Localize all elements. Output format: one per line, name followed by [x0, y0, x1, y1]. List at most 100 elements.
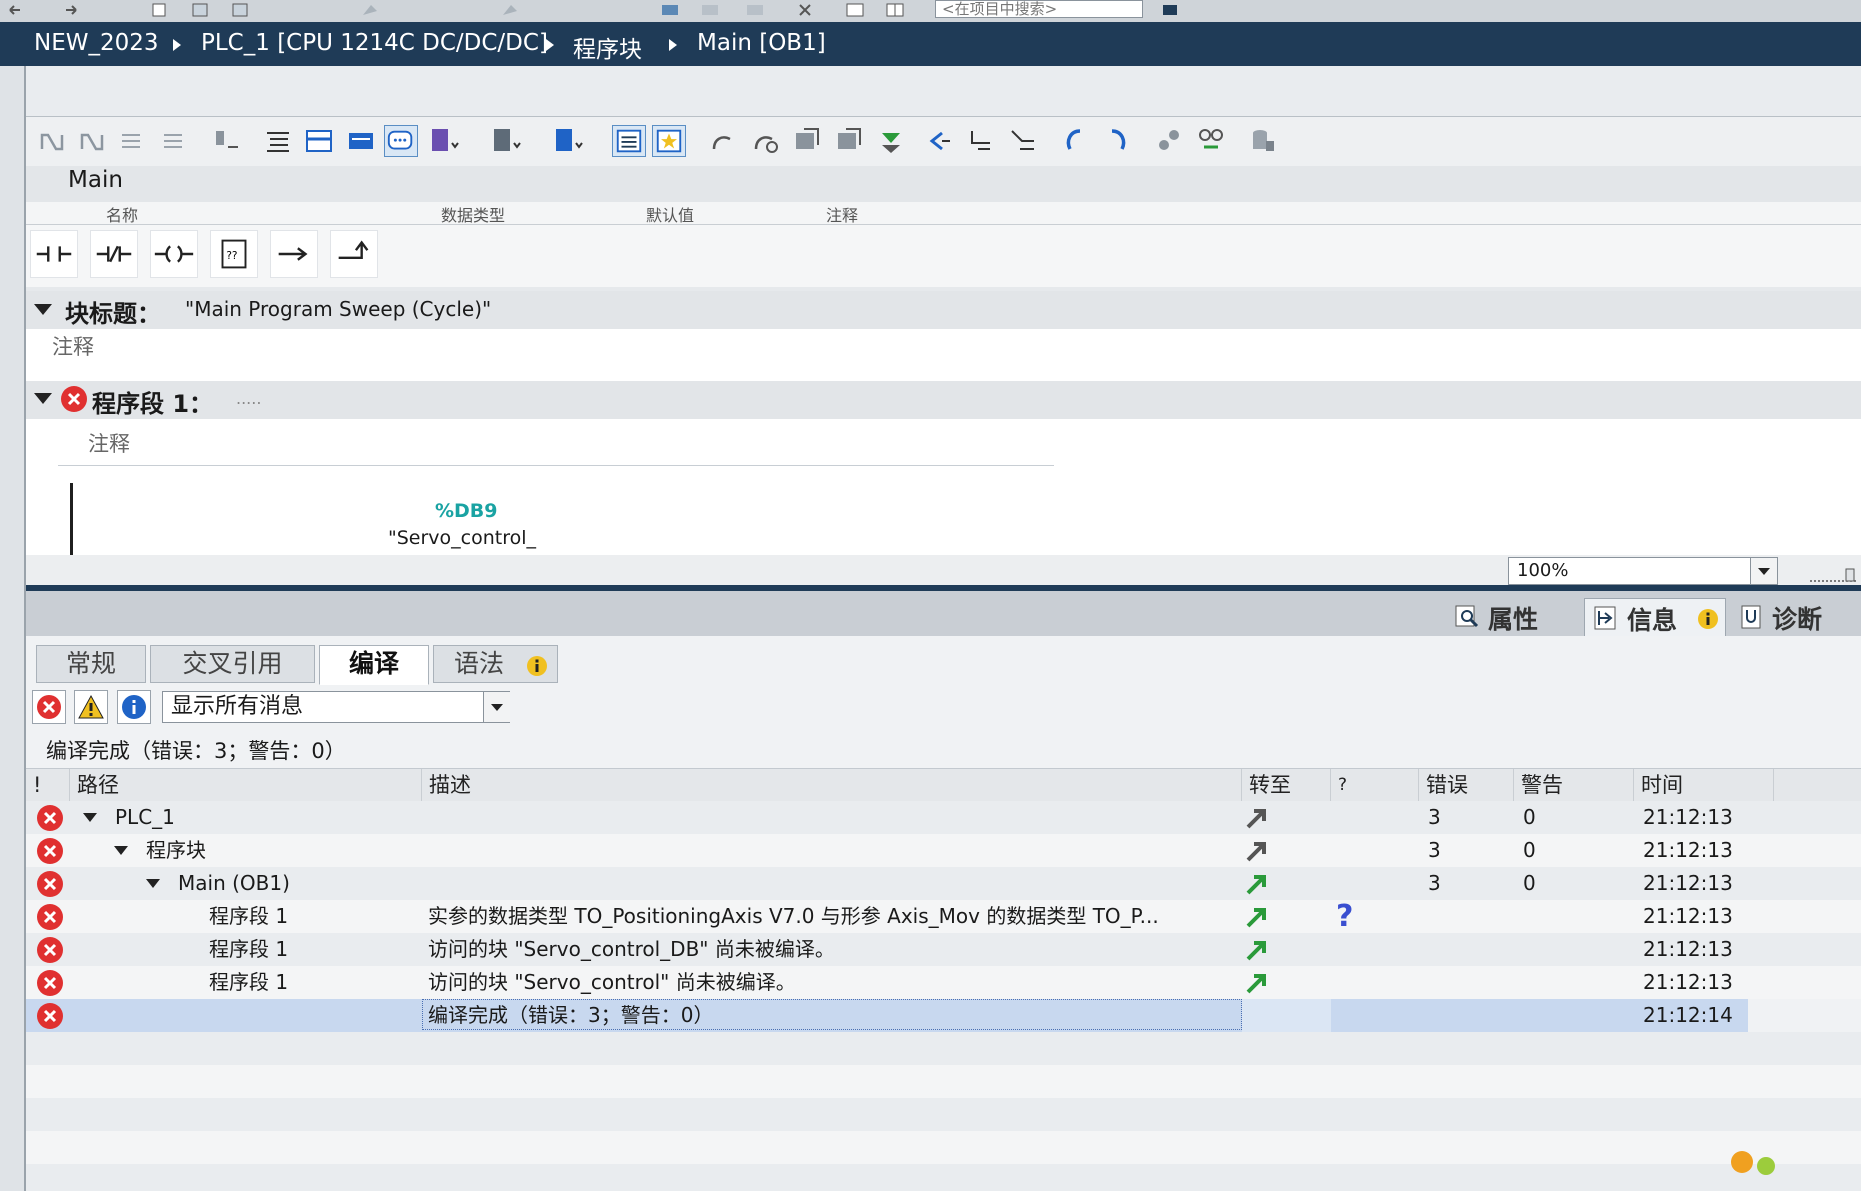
go-to-icon[interactable]	[210, 125, 244, 157]
table-row[interactable]: 程序段 1 实参的数据类型 TO_PositioningAxis V7.0 与形…	[26, 900, 1861, 933]
database-icon[interactable]	[1246, 125, 1280, 157]
table-row[interactable]: 程序块 3 0 21:12:13	[26, 834, 1861, 867]
zoom-select[interactable]: 100%	[1508, 557, 1778, 585]
cross-reference-icon[interactable]	[1152, 125, 1186, 157]
help-question-icon[interactable]: ?	[1336, 900, 1353, 933]
project-search-input[interactable]: <在项目中搜索>	[935, 0, 1143, 18]
tab-properties[interactable]: 属性	[1446, 598, 1576, 636]
accessible-devices-icon[interactable]	[660, 2, 680, 18]
split-horizontal-icon[interactable]	[845, 2, 865, 18]
filter-warnings-button[interactable]	[74, 690, 108, 724]
copy-icon[interactable]	[150, 2, 170, 18]
absolute-operands-icon[interactable]	[262, 125, 296, 157]
show-comments-icon[interactable]	[384, 125, 418, 157]
coil-icon[interactable]	[150, 230, 198, 278]
table-row[interactable]: 程序段 1 访问的块 "Servo_control_DB" 尚未被编译。 21:…	[26, 933, 1861, 966]
tree-expand-arrow[interactable]	[83, 813, 97, 822]
network-comment-text[interactable]: 注释	[88, 428, 130, 458]
zoom-dropdown-button[interactable]	[1750, 558, 1777, 584]
network-1-header[interactable]	[26, 381, 1861, 419]
filter-errors-button[interactable]	[32, 690, 66, 724]
indent-icon[interactable]	[964, 125, 998, 157]
tab-diagnostics[interactable]: 诊断	[1732, 598, 1861, 636]
network-title[interactable]: .....	[236, 389, 261, 408]
favorites-star-icon[interactable]	[652, 125, 686, 157]
load-snapshot-icon[interactable]	[832, 125, 866, 157]
previous-error-icon[interactable]	[1058, 125, 1092, 157]
go-offline-icon[interactable]	[500, 2, 520, 18]
collapse-block-title-arrow[interactable]	[34, 304, 52, 315]
next-error-icon[interactable]	[1100, 125, 1134, 157]
col-warnings[interactable]: 警告	[1514, 769, 1634, 801]
table-row[interactable]: Main (OB1) 3 0 21:12:13	[26, 867, 1861, 900]
close-x-icon[interactable]	[795, 2, 815, 18]
open-branch-icon[interactable]	[270, 230, 318, 278]
filter-info-button[interactable]	[117, 690, 151, 724]
message-filter-dropdown[interactable]	[483, 692, 510, 722]
compare-icon[interactable]	[1194, 125, 1228, 157]
monitoring-off-icon[interactable]	[748, 125, 782, 157]
drag-and-drop-icon[interactable]	[552, 125, 586, 157]
db-instance-name[interactable]: "Servo_control_	[388, 527, 536, 549]
go-online-icon[interactable]	[360, 2, 380, 18]
col-time[interactable]: 时间	[1634, 769, 1774, 801]
delete-network-icon[interactable]	[76, 125, 110, 157]
close-branch-icon[interactable]	[330, 230, 378, 278]
interface-column-default[interactable]: 默认值	[646, 202, 694, 224]
collapse-network-arrow[interactable]	[34, 393, 52, 404]
left-collapsed-panel[interactable]	[0, 66, 26, 1191]
search-go-icon[interactable]	[1160, 2, 1180, 18]
message-filter-select[interactable]: 显示所有消息	[162, 691, 510, 723]
col-errors[interactable]: 错误	[1419, 769, 1514, 801]
col-help[interactable]: ?	[1331, 769, 1419, 801]
add-row-icon[interactable]	[158, 125, 192, 157]
tree-expand-arrow[interactable]	[114, 846, 128, 855]
tab-compile[interactable]: 编译	[319, 645, 429, 685]
upload-icon[interactable]	[230, 2, 250, 18]
block-comment-area[interactable]	[26, 329, 1861, 381]
insert-row-icon[interactable]	[116, 125, 150, 157]
col-path[interactable]: 路径	[70, 769, 422, 801]
zoom-slider[interactable]	[1808, 565, 1858, 585]
table-row[interactable]: 程序段 1 访问的块 "Servo_control" 尚未被编译。 21:12:…	[26, 966, 1861, 999]
download-icon[interactable]	[190, 2, 210, 18]
goto-arrow-icon[interactable]	[1244, 970, 1270, 996]
split-vertical-icon[interactable]	[885, 2, 905, 18]
goto-arrow-icon[interactable]	[1244, 838, 1270, 864]
close-all-networks-icon[interactable]	[490, 125, 524, 157]
outdent-icon[interactable]	[1006, 125, 1040, 157]
snapshot-icon[interactable]	[790, 125, 824, 157]
goto-arrow-icon[interactable]	[1244, 871, 1270, 897]
breadcrumb-main-block[interactable]: Main [OB1]	[697, 30, 826, 56]
tree-expand-arrow[interactable]	[146, 879, 160, 888]
list-view-icon[interactable]	[612, 125, 646, 157]
goto-arrow-icon[interactable]	[1244, 937, 1270, 963]
download-changes-icon[interactable]	[874, 125, 908, 157]
table-row-selected[interactable]: 编译完成（错误：3；警告：0） 21:12:14	[26, 999, 1748, 1032]
empty-box-icon[interactable]: ??	[210, 230, 258, 278]
call-hierarchy-icon[interactable]	[922, 125, 956, 157]
db-address[interactable]: %DB9	[435, 500, 498, 522]
nc-contact-icon[interactable]	[90, 230, 138, 278]
breadcrumb-plc[interactable]: PLC_1 [CPU 1214C DC/DC/DC]	[201, 30, 548, 56]
show-favorites-icon[interactable]	[344, 125, 378, 157]
tab-syntax[interactable]: 语法	[433, 645, 558, 683]
block-title-value[interactable]: "Main Program Sweep (Cycle)"	[185, 297, 491, 321]
block-comment-text[interactable]: 注释	[52, 331, 94, 361]
start-cpu-icon[interactable]	[700, 2, 720, 18]
col-flag[interactable]: !	[26, 769, 70, 801]
redo-icon[interactable]	[60, 2, 80, 18]
interface-column-comment[interactable]: 注释	[826, 202, 858, 224]
tab-cross-references[interactable]: 交叉引用	[150, 645, 315, 683]
table-row[interactable]: PLC_1 3 0 21:12:13	[26, 801, 1861, 834]
tab-info[interactable]: 信息	[1584, 598, 1726, 636]
col-description[interactable]: 描述	[422, 769, 1242, 801]
open-all-networks-icon[interactable]	[428, 125, 462, 157]
goto-arrow-icon[interactable]	[1244, 904, 1270, 930]
breadcrumb-program-blocks[interactable]: 程序块	[573, 30, 642, 64]
tab-general[interactable]: 常规	[36, 645, 146, 683]
goto-arrow-icon[interactable]	[1244, 805, 1270, 831]
monitoring-on-icon[interactable]	[706, 125, 740, 157]
no-contact-icon[interactable]	[30, 230, 78, 278]
insert-network-icon[interactable]	[36, 125, 70, 157]
